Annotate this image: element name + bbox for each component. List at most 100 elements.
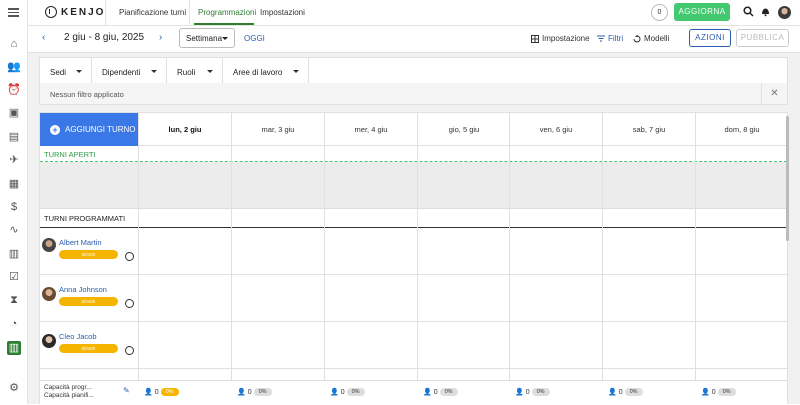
employee-row[interactable]: Anna Johnson 0h/40h <box>40 275 787 322</box>
dollar-icon[interactable]: $ <box>7 200 21 214</box>
logo[interactable]: KENJO <box>45 6 105 18</box>
column-divider <box>138 146 139 405</box>
hours-badge: 0h/30h <box>59 250 118 259</box>
templates-button[interactable]: Modelli <box>633 34 669 43</box>
capacity-cell: 👤 0 0% <box>701 388 736 396</box>
search-icon[interactable] <box>742 6 754 18</box>
employee-row[interactable]: Cleo Jacob 0h/40h <box>40 322 787 369</box>
capacity-percent: 0% <box>439 388 458 396</box>
nav-divider <box>189 0 190 26</box>
next-week-icon[interactable]: › <box>159 32 162 43</box>
setup-button[interactable]: Impostazione <box>531 34 590 43</box>
view-select[interactable]: Settimana <box>179 28 235 48</box>
nav-schedules[interactable]: Programmazioni <box>198 8 256 17</box>
work-areas-filter-label: Aree di lavoro <box>233 68 283 77</box>
main-content: Sedi Dipendenti Ruoli Aree di lavoro Nes… <box>28 53 800 405</box>
nav-settings[interactable]: Impostazioni <box>260 8 305 17</box>
pencil-icon[interactable]: ✎ <box>123 386 130 395</box>
alarm-clock-icon[interactable] <box>125 346 134 355</box>
capacity-percent: 0% <box>346 388 365 396</box>
people-icon[interactable]: 👥 <box>7 60 21 74</box>
employees-filter[interactable]: Dipendenti <box>92 58 167 86</box>
day-header: dom, 8 giu <box>695 113 788 146</box>
home-icon[interactable]: ⌂ <box>7 37 21 51</box>
counter-badge[interactable]: 0 <box>651 4 668 21</box>
filter-status: Nessun filtro applicato ✕ <box>39 83 788 105</box>
prev-week-icon[interactable]: ‹ <box>42 32 45 43</box>
open-shifts-row[interactable] <box>40 162 787 209</box>
capacity-count: 0 <box>711 388 716 396</box>
roles-filter[interactable]: Ruoli <box>167 58 223 86</box>
filters-label: Filtri <box>608 34 624 43</box>
plane-icon[interactable]: ✈ <box>7 153 21 167</box>
capacity-count: 0 <box>618 388 623 396</box>
close-icon[interactable]: ✕ <box>761 83 787 104</box>
day-header: lun, 2 giu <box>138 113 231 146</box>
capacity-scheduled-label: Capacità progr... <box>44 384 92 391</box>
update-button[interactable]: AGGIORNA <box>674 3 730 21</box>
day-header: mer, 4 giu <box>324 113 417 146</box>
employee-row[interactable]: Albert Martin 0h/30h <box>40 228 787 275</box>
settings-icon[interactable]: ⚙ <box>7 381 21 395</box>
nav-shift-planning[interactable]: Pianificazione turni <box>119 8 186 17</box>
capacity-planned-label: Capacità pianifi... <box>44 392 94 399</box>
alarm-icon[interactable]: ⏰ <box>7 83 21 97</box>
capacity-percent: 0% <box>531 388 550 396</box>
person-icon: 👤 <box>701 389 710 396</box>
document-icon[interactable]: ▤ <box>7 130 21 144</box>
capacity-cell: 👤 0 0% <box>515 388 550 396</box>
capacity-cell: 👤 0 0% <box>423 388 458 396</box>
filter-bar: Sedi Dipendenti Ruoli Aree di lavoro <box>39 57 788 86</box>
employee-name[interactable]: Cleo Jacob <box>59 332 97 341</box>
column-divider <box>231 146 232 405</box>
schedule-toolbar: ‹ 2 giu - 8 giu, 2025 › Settimana OGGI I… <box>28 26 800 53</box>
vertical-scrollbar[interactable] <box>786 116 789 241</box>
capacity-cell: 👤 0 0% <box>608 388 643 396</box>
plus-icon: + <box>50 124 60 135</box>
add-shift-button[interactable]: + AGGIUNGI TURNO <box>40 113 138 146</box>
person-icon: 👤 <box>423 389 432 396</box>
today-button[interactable]: OGGI <box>244 34 265 43</box>
hours-badge: 0h/40h <box>59 344 118 353</box>
capacity-count: 0 <box>340 388 345 396</box>
publish-button[interactable]: PUBBLICA <box>736 29 789 47</box>
capacity-count: 0 <box>154 388 159 396</box>
day-header: mar, 3 giu <box>231 113 324 146</box>
chevron-down-icon <box>222 37 228 40</box>
capacity-labels: Capacità progr... Capacità pianifi... <box>44 384 94 400</box>
filter-icon <box>597 35 605 42</box>
filters-button[interactable]: Filtri <box>597 34 623 43</box>
locations-filter[interactable]: Sedi <box>40 58 92 86</box>
day-header: sab, 7 giu <box>602 113 695 146</box>
capacity-cell: 👤 0 0% <box>144 388 179 396</box>
calendar-icon[interactable]: ▦ <box>7 177 21 191</box>
briefcase-icon[interactable]: ▣ <box>7 106 21 120</box>
actions-button[interactable]: AZIONI <box>689 29 731 47</box>
hours-badge: 0h/40h <box>59 297 118 306</box>
capacity-percent: 0% <box>160 388 179 396</box>
hourglass-icon[interactable]: ⧗ <box>7 293 21 307</box>
schedule-grid: + AGGIUNGI TURNO lun, 2 giu mar, 3 giu m… <box>39 112 788 405</box>
date-range: 2 giu - 8 giu, 2025 <box>64 32 145 43</box>
alarm-clock-icon[interactable] <box>125 252 134 261</box>
work-areas-filter[interactable]: Aree di lavoro <box>223 58 309 86</box>
grid-icon <box>531 34 539 43</box>
menu-toggle-icon[interactable] <box>8 8 19 17</box>
sidebar: ⌂ 👥 ⏰ ▣ ▤ ✈ ▦ $ ∿ ▥ ☑ ⧗ ◔ ▥ ⚙ <box>0 0 28 404</box>
add-shift-label: AGGIUNGI TURNO <box>65 125 136 134</box>
schedule-grid-icon[interactable]: ▥ <box>7 341 21 355</box>
user-avatar[interactable] <box>778 6 791 19</box>
view-select-value: Settimana <box>186 34 223 43</box>
notification-bell-icon[interactable] <box>759 6 771 18</box>
employee-name[interactable]: Anna Johnson <box>59 285 107 294</box>
checklist-icon[interactable]: ☑ <box>7 270 21 284</box>
person-icon: 👤 <box>515 389 524 396</box>
gauge-icon[interactable]: ◔ <box>7 317 21 331</box>
top-bar: KENJO Pianificazione turni Programmazion… <box>28 0 800 26</box>
employee-name[interactable]: Albert Martin <box>59 238 102 247</box>
bar-chart-icon[interactable]: ▥ <box>7 247 21 261</box>
avatar <box>42 238 56 252</box>
alarm-clock-icon[interactable] <box>125 299 134 308</box>
pulse-icon[interactable]: ∿ <box>7 223 21 237</box>
employees-filter-label: Dipendenti <box>102 68 141 77</box>
